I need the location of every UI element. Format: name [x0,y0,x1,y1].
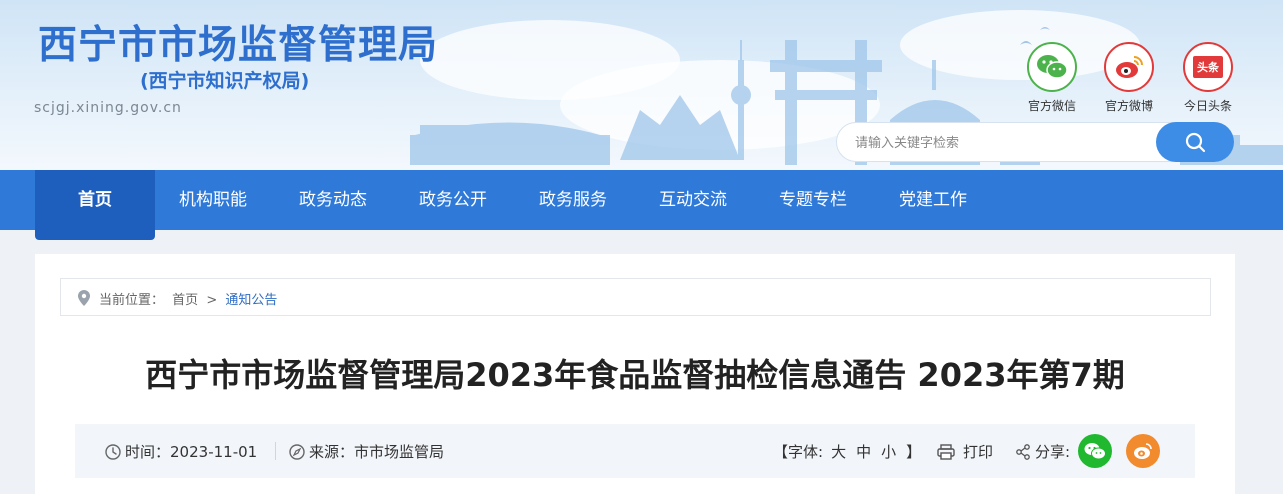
social-wechat[interactable]: 官方微信 [1017,42,1087,114]
compass-icon [289,443,305,460]
share-wechat-button[interactable] [1078,434,1112,468]
source-label: 来源： [309,443,355,461]
nav-item-topics[interactable]: 专题专栏 [779,170,847,230]
breadcrumb: 当前位置： 首页 > 通知公告 [60,278,1211,316]
share-icon [1016,443,1030,460]
search-button[interactable] [1156,122,1234,162]
breadcrumb-current[interactable]: 通知公告 [225,293,277,308]
search-icon [1185,132,1206,153]
social-weibo[interactable]: 官方微博 [1094,42,1164,114]
font-size-control: 【字体: 大 中 小 】 [773,441,921,462]
wechat-icon[interactable] [1027,42,1077,92]
printer-icon [937,443,955,460]
font-size-bracket: 】 [906,443,922,461]
font-large-button[interactable]: 大 [831,441,846,462]
site-title: 西宁市市场监督管理局 [38,23,439,68]
nav-item-functions[interactable]: 机构职能 [179,170,247,230]
article-title: 西宁市市场监督管理局2023年食品监督抽检信息通告 2023年第7期 [145,356,1125,394]
toutiao-badge: 头条 [1193,56,1223,78]
font-size-label: 【字体: [773,443,824,461]
font-small-button[interactable]: 小 [881,441,896,462]
article-source: 来源： 市市场监管局 [289,441,444,462]
print-label: 打印 [963,443,994,461]
breadcrumb-separator: > [206,293,218,308]
nav-item-home[interactable]: 首页 [35,170,155,240]
article-meta-bar: 时间： 2023-11-01 来源： 市市场监管局 【字体: 大 中 小 】 打… [75,424,1195,478]
site-domain: scjgj.xining.gov.cn [34,100,182,116]
search-box [836,122,1234,162]
header-banner: 西宁市市场监督管理局 (西宁市知识产权局) scjgj.xining.gov.c… [0,0,1283,170]
nav-item-news[interactable]: 政务动态 [299,170,367,230]
search-input[interactable] [855,132,1145,154]
main-nav: 首页 机构职能 政务动态 政务公开 政务服务 互动交流 专题专栏 党建工作 [0,170,1283,240]
publish-time: 时间： 2023-11-01 [105,441,257,462]
share-label: 分享: [1035,443,1071,461]
location-pin-icon [78,290,90,306]
breadcrumb-label: 当前位置： [99,293,165,308]
social-label: 官方微信 [1027,99,1076,113]
nav-item-disclosure[interactable]: 政务公开 [419,170,487,230]
weibo-icon[interactable] [1104,42,1154,92]
nav-item-party[interactable]: 党建工作 [899,170,967,230]
wechat-icon [1084,443,1106,460]
breadcrumb-home[interactable]: 首页 [172,293,198,308]
print-button[interactable]: 打印 [937,441,993,462]
share-weibo-button[interactable] [1126,434,1160,468]
nav-item-services[interactable]: 政务服务 [539,170,607,230]
site-subtitle: (西宁市知识产权局) [140,70,310,92]
meta-divider [275,442,276,460]
social-toutiao[interactable]: 头条 今日头条 [1173,42,1243,114]
clock-icon [105,443,121,460]
content-card: 当前位置： 首页 > 通知公告 西宁市市场监督管理局2023年食品监督抽检信息通… [35,254,1235,494]
share-control: 分享: [1015,441,1070,462]
source-value: 市市场监管局 [354,443,445,461]
toutiao-icon[interactable]: 头条 [1183,42,1233,92]
nav-item-interaction[interactable]: 互动交流 [659,170,727,230]
time-value: 2023-11-01 [170,442,258,461]
font-medium-button[interactable]: 中 [856,441,871,462]
time-label: 时间： [125,443,171,461]
social-label: 今日头条 [1183,99,1232,113]
weibo-icon [1134,443,1152,459]
social-label: 官方微博 [1104,99,1153,113]
